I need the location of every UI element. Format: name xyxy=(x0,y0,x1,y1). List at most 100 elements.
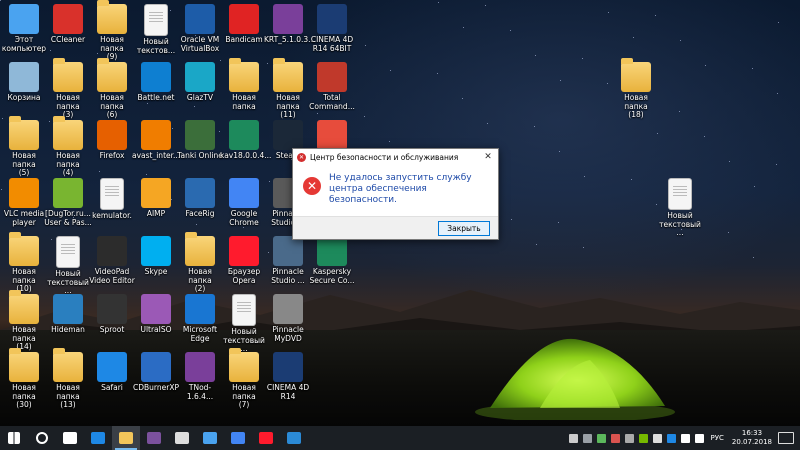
desktop-icon[interactable]: kemulator. xyxy=(88,178,136,234)
desktop-icon[interactable]: Новая папка (7) xyxy=(220,348,268,409)
desktop-icon[interactable]: CINEMA 4D R14 64BIT xyxy=(308,4,356,60)
desktop-icon[interactable]: Hideman xyxy=(44,294,92,350)
desktop-icon[interactable]: Новая папка (11) xyxy=(264,58,312,119)
desktop-icon[interactable]: Pinnacle Studio ... xyxy=(264,236,312,292)
desktop-icon[interactable]: VLC media player xyxy=(0,178,48,234)
desktop-icon[interactable]: Новая папка (30) xyxy=(0,348,48,409)
tray-app4-icon[interactable] xyxy=(625,433,635,443)
desktop-icon[interactable]: Total Command... xyxy=(308,62,356,118)
desktop-icon[interactable]: CDBurnerXP xyxy=(132,352,180,408)
desktop-icon[interactable]: Microsoft Edge xyxy=(176,294,224,350)
tray-nvidia-icon[interactable] xyxy=(639,433,649,443)
desktop-icon-label: GlazTV xyxy=(186,93,214,102)
language-indicator[interactable]: РУС xyxy=(711,434,724,442)
tray-app-icon[interactable] xyxy=(569,433,579,443)
taskbar-viber[interactable] xyxy=(140,426,168,450)
desktop-icon[interactable]: FaceRig xyxy=(176,178,224,234)
search-button[interactable] xyxy=(28,426,56,450)
desktop-icon[interactable]: avast_inter... xyxy=(132,120,180,176)
taskbar-chrome[interactable] xyxy=(224,426,252,450)
taskbar-app[interactable] xyxy=(280,426,308,450)
videopad-icon xyxy=(97,236,127,266)
desktop-icon[interactable]: UltraISO xyxy=(132,294,180,350)
desktop-icon[interactable]: Новая папка (13) xyxy=(44,348,92,409)
desktop-icon[interactable]: Новая папка (2) xyxy=(176,232,224,293)
desktop-icon[interactable]: Safari xyxy=(88,352,136,408)
glaztv-icon xyxy=(185,62,215,92)
desktop-icon[interactable]: TNod-1.6.4... xyxy=(176,352,224,408)
folder-icon xyxy=(9,290,39,324)
tray-app3-icon[interactable] xyxy=(611,433,621,443)
desktop-icon-label: Bandicam xyxy=(225,35,263,44)
desktop-icon[interactable]: Новая папка xyxy=(220,58,268,118)
desktop-icon[interactable]: Этот компьютер xyxy=(0,4,48,60)
desktop-icon[interactable]: Tanki Online xyxy=(176,120,224,176)
desktop-icon-label: Новый текстов... xyxy=(136,37,176,55)
tray-app5-icon[interactable] xyxy=(653,433,663,443)
facerig-icon xyxy=(185,178,215,208)
folder-icon xyxy=(97,58,127,92)
desktop-icon[interactable]: Новая папка (4) xyxy=(44,116,92,177)
close-button[interactable]: Закрыть xyxy=(438,221,490,236)
desktop-icon[interactable]: Bandicam xyxy=(220,4,268,60)
steam-icon xyxy=(273,120,303,150)
desktop-icon[interactable]: CINEMA 4D R14 xyxy=(264,352,312,408)
desktop-icon-label: KRT_5.1.0.3... xyxy=(264,35,316,44)
desktop-icon[interactable]: kav18.0.0.4... xyxy=(220,120,271,176)
notifications-icon[interactable] xyxy=(778,432,794,444)
desktop-icon[interactable]: Google Chrome xyxy=(220,178,268,234)
desktop-icon[interactable]: Новая папка (10) xyxy=(0,232,48,293)
desktop-icon[interactable]: Новая папка (3) xyxy=(44,58,92,119)
taskbar-remote[interactable] xyxy=(196,426,224,450)
desktop-icon[interactable]: VideoPad Video Editor xyxy=(88,236,136,292)
utorrent-icon xyxy=(53,178,83,208)
desktop-icon[interactable]: Pinnacle MyDVD xyxy=(264,294,312,350)
tray-volume-icon[interactable] xyxy=(695,433,705,443)
desktop-icon[interactable]: Новая папка (6) xyxy=(88,58,136,119)
desktop-icon[interactable]: Firefox xyxy=(88,120,136,176)
desktop-icon[interactable]: Skype xyxy=(132,236,180,292)
task-view-button[interactable] xyxy=(56,426,84,450)
desktop-icon[interactable]: Браузер Opera xyxy=(220,236,268,292)
desktop-icon[interactable]: Oracle VM VirtualBox xyxy=(176,4,224,60)
desktop-icon[interactable]: Новая папка (5) xyxy=(0,116,48,177)
desktop-icon[interactable]: Новый текстовый ... xyxy=(44,236,92,295)
desktop-icon-label: Новая папка xyxy=(232,93,256,111)
desktop-icon[interactable]: Корзина xyxy=(0,62,48,118)
tanki-online-icon xyxy=(185,120,215,150)
security-error-dialog[interactable]: ✕ Центр безопасности и обслуживания ✕ ✕ … xyxy=(292,148,499,240)
desktop-icon[interactable]: Новый текстовый ... xyxy=(220,294,268,353)
desktop-icon[interactable]: Sproot xyxy=(88,294,136,350)
desktop-icon-label: Новая папка (10) xyxy=(12,267,36,293)
desktop-icon[interactable]: Новый текстов... xyxy=(132,4,180,60)
dialog-titlebar[interactable]: ✕ Центр безопасности и обслуживания ✕ xyxy=(293,149,498,165)
desktop-icon[interactable]: Battle.net xyxy=(132,62,180,118)
desktop-icon[interactable]: Новая папка (18) xyxy=(612,58,660,119)
clock-time: 16:33 xyxy=(741,429,763,437)
tray-shield-icon[interactable] xyxy=(583,433,593,443)
taskbar-mail[interactable] xyxy=(168,426,196,450)
firefox-icon xyxy=(97,120,127,150)
clock[interactable]: 16:33 20.07.2018 xyxy=(732,429,772,447)
tray-app2-icon[interactable] xyxy=(597,433,607,443)
recycle-bin-icon xyxy=(9,62,39,92)
desktop-icon[interactable]: GlazTV xyxy=(176,62,224,118)
taskbar-opera[interactable] xyxy=(252,426,280,450)
start-button[interactable] xyxy=(0,426,28,450)
desktop-icon[interactable]: [DugTor.ru... User & Pas... xyxy=(44,178,92,234)
desktop-icon[interactable]: CCleaner xyxy=(44,4,92,60)
desktop-icon[interactable]: AIMP xyxy=(132,178,180,234)
desktop-icon[interactable]: KRT_5.1.0.3... xyxy=(264,4,316,60)
edge-icon xyxy=(185,294,215,324)
tray-bluetooth-icon[interactable] xyxy=(667,433,677,443)
desktop-icon[interactable]: Новая папка (14) xyxy=(0,290,48,351)
tray-network-icon[interactable] xyxy=(681,433,691,443)
desktop-icon[interactable]: Kaspersky Secure Co... xyxy=(308,236,356,292)
desktop-icon-label: Pinnacle MyDVD xyxy=(272,325,304,343)
taskbar-edge[interactable] xyxy=(84,426,112,450)
dialog-title: Центр безопасности и обслуживания xyxy=(310,152,459,162)
taskbar-explorer[interactable] xyxy=(112,426,140,450)
close-icon[interactable]: ✕ xyxy=(478,152,498,162)
desktop-icon[interactable]: Новый текстовый ... xyxy=(656,178,704,237)
desktop-icon[interactable]: Новая папка (9) xyxy=(88,0,136,61)
